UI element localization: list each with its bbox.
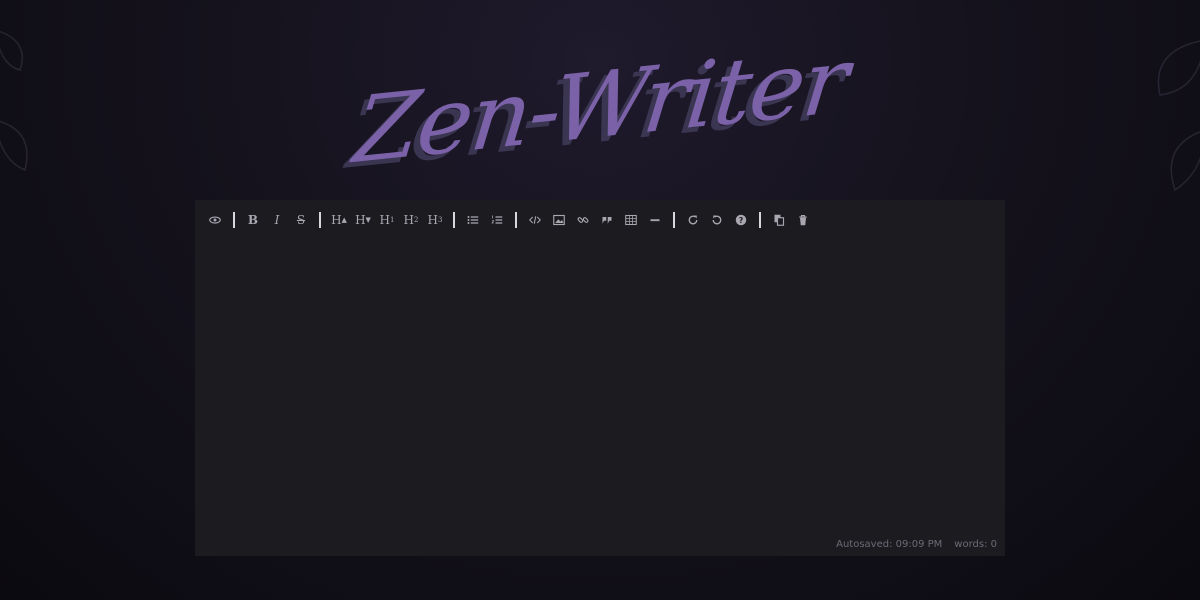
heading-1-button[interactable]: H1	[375, 210, 399, 230]
preview-eye-icon[interactable]	[203, 210, 227, 230]
toolbar-separator	[515, 212, 517, 228]
svg-text:?: ?	[739, 216, 743, 225]
italic-button[interactable]: I	[265, 210, 289, 230]
heading-2-button[interactable]: H2	[399, 210, 423, 230]
text-editor-area[interactable]	[205, 240, 995, 532]
toolbar-separator	[233, 212, 235, 228]
ordered-list-icon[interactable]	[485, 210, 509, 230]
table-icon[interactable]	[619, 210, 643, 230]
toolbar-separator	[319, 212, 321, 228]
quote-icon[interactable]	[595, 210, 619, 230]
app-logo: Zen-Writer	[0, 20, 1200, 190]
word-count: words: 0	[954, 539, 997, 550]
page: Zen-Writer B I S H ▲ H ▼ H1 H2 H3 ? Auto…	[0, 0, 1200, 600]
horizontal-rule-icon[interactable]	[643, 210, 667, 230]
undo-icon[interactable]	[705, 210, 729, 230]
bold-button[interactable]: B	[241, 210, 265, 230]
help-icon[interactable]: ?	[729, 210, 753, 230]
markdown-editor: B I S H ▲ H ▼ H1 H2 H3 ? Autosaved: 09:0…	[195, 200, 1005, 556]
app-title: Zen-Writer	[348, 26, 852, 184]
toolbar-separator	[673, 212, 675, 228]
heading-3-button[interactable]: H3	[423, 210, 447, 230]
strikethrough-button[interactable]: S	[289, 210, 313, 230]
trash-icon[interactable]	[791, 210, 815, 230]
heading-bigger-button[interactable]: H ▲	[327, 210, 351, 230]
toolbar-separator	[453, 212, 455, 228]
image-icon[interactable]	[547, 210, 571, 230]
toolbar-separator	[759, 212, 761, 228]
redo-icon[interactable]	[681, 210, 705, 230]
heading-smaller-button[interactable]: H ▼	[351, 210, 375, 230]
autosave-status: Autosaved: 09:09 PM	[836, 539, 943, 550]
status-bar: Autosaved: 09:09 PM words: 0	[836, 539, 997, 550]
editor-toolbar: B I S H ▲ H ▼ H1 H2 H3 ?	[203, 210, 815, 230]
unordered-list-icon[interactable]	[461, 210, 485, 230]
code-icon[interactable]	[523, 210, 547, 230]
link-icon[interactable]	[571, 210, 595, 230]
copy-icon[interactable]	[767, 210, 791, 230]
